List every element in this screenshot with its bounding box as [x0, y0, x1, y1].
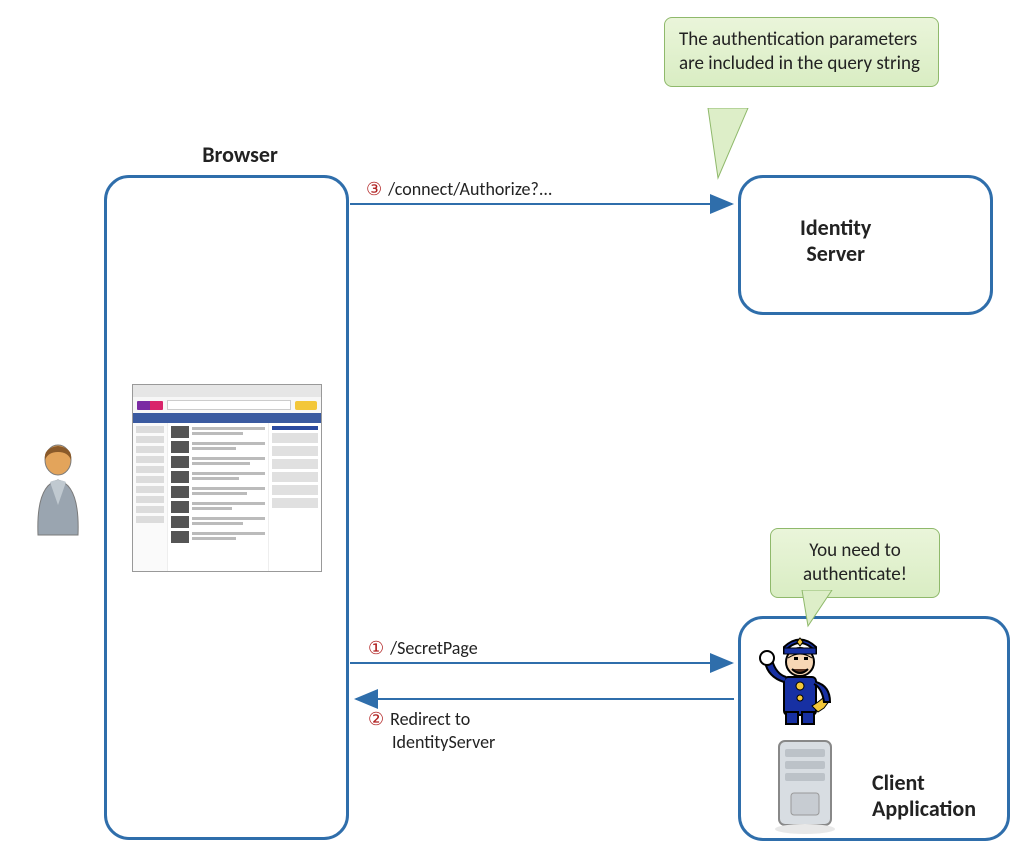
browser-page-thumbnail	[132, 384, 322, 572]
callout-auth-params: The authentication parameters are includ…	[664, 17, 939, 87]
callout-auth-params-tail	[700, 108, 760, 180]
step3-label: ③/connect/Authorize?...	[366, 178, 552, 201]
server-tower-icon	[765, 735, 845, 835]
client-application-title: Client Application	[872, 770, 976, 823]
user-icon	[28, 440, 88, 540]
step2-label: ②Redirect to IdentityServer	[368, 708, 548, 753]
callout-need-auth-tail	[798, 590, 838, 628]
yahoo-logo	[137, 401, 163, 410]
police-guard-icon	[750, 622, 845, 727]
step1-label: ①/SecretPage	[368, 637, 478, 660]
callout-need-auth: You need to authenticate!	[770, 528, 940, 598]
browser-title: Browser	[180, 142, 300, 168]
identity-server-title: Identity Server	[800, 215, 871, 268]
